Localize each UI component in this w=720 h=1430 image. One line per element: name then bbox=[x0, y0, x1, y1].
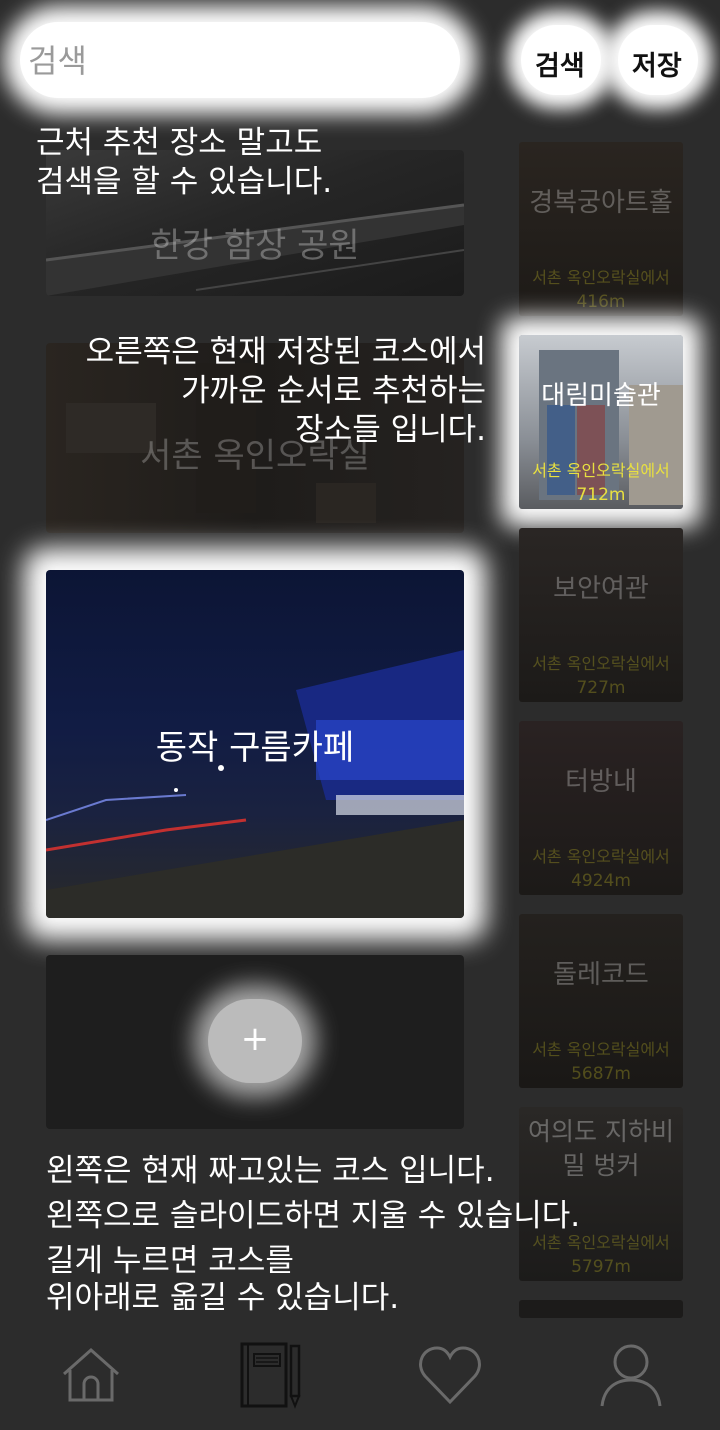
recommendation-name: 터방내 bbox=[565, 767, 637, 797]
recommendation-item[interactable]: 보안여관 서촌 옥인오락실에서 727m bbox=[519, 528, 683, 702]
recommendation-from: 서촌 옥인오락실에서 bbox=[532, 1040, 670, 1059]
recommendation-item[interactable]: 경복궁아트홀 서촌 옥인오락실에서 416m bbox=[519, 142, 683, 316]
home-icon[interactable] bbox=[56, 1340, 126, 1410]
recommendation-name: 대림미술관 bbox=[541, 381, 661, 411]
recommendation-distance: 4924m bbox=[571, 871, 631, 891]
course-card[interactable]: 동작 구름카페 bbox=[46, 570, 464, 918]
recommendation-name: 경복궁아트홀 bbox=[529, 188, 673, 218]
hint-search: 근처 추천 장소 말고도 검색을 할 수 있습니다. bbox=[36, 125, 333, 200]
recommendation-from: 서촌 옥인오락실에서 bbox=[532, 847, 670, 866]
recommendation-item[interactable]: 돌레코드 서촌 옥인오락실에서 5687m bbox=[519, 914, 683, 1088]
recommendation-from: 서촌 옥인오락실에서 bbox=[532, 268, 670, 287]
recommendation-distance: 416m bbox=[576, 292, 626, 312]
recommendation-from: 서촌 옥인오락실에서 bbox=[532, 461, 670, 480]
heart-icon[interactable] bbox=[415, 1340, 485, 1410]
recommendation-name: 돌레코드 bbox=[553, 960, 649, 990]
recommendation-distance: 727m bbox=[576, 678, 626, 698]
recommendation-distance: 5687m bbox=[571, 1064, 631, 1084]
notebook-icon[interactable] bbox=[236, 1340, 306, 1410]
hint-recommendations: 오른쪽은 현재 저장된 코스에서 가까운 순서로 추천하는 장소들 입니다. bbox=[85, 334, 486, 448]
recommendation-distance: 712m bbox=[576, 485, 626, 505]
search-button-label: 검색 bbox=[535, 51, 585, 82]
add-button[interactable]: + bbox=[46, 1019, 464, 1059]
recommendation-from: 서촌 옥인오락실에서 bbox=[532, 654, 670, 673]
recommendation-item[interactable]: 터방내 서촌 옥인오락실에서 4924m bbox=[519, 721, 683, 895]
course-card-title: 한강 함상 공원 bbox=[150, 226, 360, 266]
recommendation-name: 보안여관 bbox=[553, 574, 649, 604]
search-placeholder: 검색 bbox=[28, 42, 87, 80]
hint-course: 왼쪽은 현재 짜고있는 코스 입니다. 왼쪽으로 슬라이드하면 지울 수 있습니… bbox=[46, 1153, 581, 1316]
course-card-title: 동작 구름카페 bbox=[155, 728, 355, 768]
save-button-label: 저장 bbox=[632, 51, 682, 82]
recommendation-item[interactable]: 대림미술관 서촌 옥인오락실에서 712m bbox=[519, 335, 683, 509]
recommendation-image bbox=[539, 350, 683, 505]
add-course-card[interactable]: + bbox=[46, 955, 464, 1129]
user-icon[interactable] bbox=[596, 1340, 666, 1410]
